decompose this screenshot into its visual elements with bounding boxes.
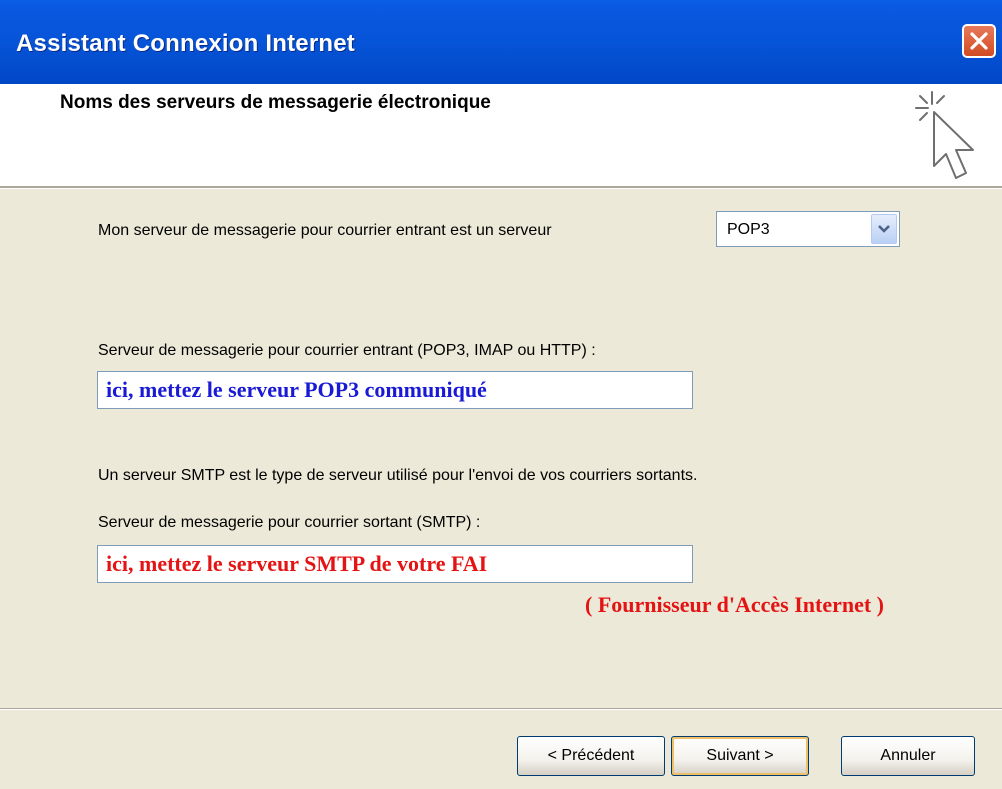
wizard-window: Assistant Connexion Internet Noms des se… [0, 0, 1002, 789]
back-button[interactable]: < Précédent [517, 736, 665, 776]
incoming-server-input[interactable]: ici, mettez le serveur POP3 communiqué [97, 371, 693, 409]
footer-divider-highlight [0, 709, 1002, 710]
cancel-button[interactable]: Annuler [841, 736, 975, 776]
wizard-header: Noms des serveurs de messagerie électron… [0, 84, 1002, 186]
close-button[interactable] [962, 24, 996, 58]
smtp-info-text: Un serveur SMTP est le type de serveur u… [98, 467, 698, 484]
page-title: Noms des serveurs de messagerie électron… [60, 92, 491, 113]
fai-annotation: ( Fournisseur d'Accès Internet ) [585, 592, 884, 617]
incoming-server-label: Serveur de messagerie pour courrier entr… [98, 342, 596, 359]
incoming-server-value: ici, mettez le serveur POP3 communiqué [106, 377, 487, 402]
close-icon [970, 32, 988, 50]
outgoing-server-value: ici, mettez le serveur SMTP de votre FAI [106, 551, 488, 576]
outgoing-server-input[interactable]: ici, mettez le serveur SMTP de votre FAI [97, 545, 693, 583]
outgoing-server-label: Serveur de messagerie pour courrier sort… [98, 514, 481, 531]
incoming-type-value: POP3 [727, 221, 770, 238]
wizard-body [0, 189, 1002, 789]
incoming-type-select[interactable]: POP3 [716, 211, 900, 247]
next-button[interactable]: Suivant > [671, 736, 809, 776]
window-title: Assistant Connexion Internet [16, 30, 355, 57]
wizard-cursor-icon [915, 91, 974, 179]
chevron-down-icon [878, 225, 890, 233]
title-bar: Assistant Connexion Internet [0, 0, 1002, 84]
incoming-type-label: Mon serveur de messagerie pour courrier … [98, 222, 552, 239]
dropdown-button[interactable] [871, 214, 897, 244]
